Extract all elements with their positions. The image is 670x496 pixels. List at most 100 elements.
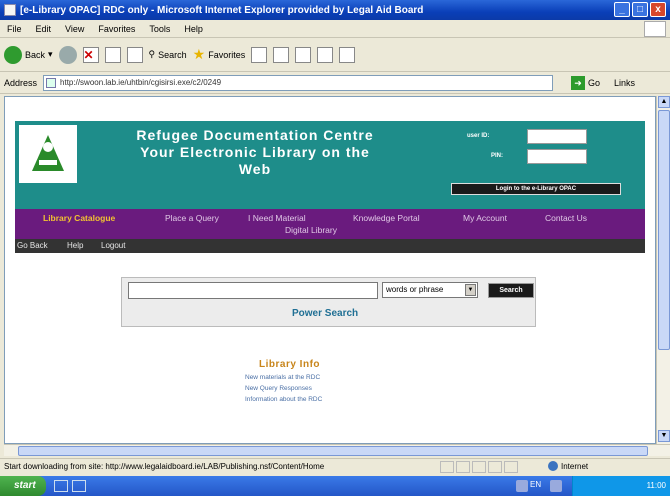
links-button[interactable]: Links <box>614 78 635 88</box>
power-search-link[interactable]: Power Search <box>292 308 358 319</box>
clock: 11:00 <box>646 481 666 490</box>
sub-nav: Go Back Help Logout <box>15 239 645 253</box>
globe-icon <box>548 461 558 471</box>
maximize-button[interactable]: □ <box>632 2 648 17</box>
windows-logo-icon <box>644 21 666 37</box>
system-tray: 11:00 <box>572 476 670 496</box>
dropdown-arrow-icon: ▼ <box>465 284 476 296</box>
minimize-button[interactable]: _ <box>614 2 630 17</box>
pin-input[interactable] <box>527 149 587 164</box>
forward-button[interactable] <box>58 45 77 64</box>
mail-button[interactable] <box>273 46 290 63</box>
nav-contact-us[interactable]: Contact Us <box>545 213 587 223</box>
status-text: Start downloading from site: http://www.… <box>4 462 325 471</box>
status-cell <box>488 461 502 473</box>
status-cell <box>504 461 518 473</box>
window-controls: _ □ x <box>614 2 666 17</box>
scroll-down-icon[interactable]: ▼ <box>658 430 670 442</box>
status-cells <box>440 461 518 473</box>
site-title-line2: Your Electronic Library on the <box>140 144 370 160</box>
site-title: Refugee Documentation Centre Your Electr… <box>85 127 425 178</box>
favorites-button[interactable]: ★ Favorites <box>193 46 246 63</box>
nav-place-query[interactable]: Place a Query <box>165 213 219 223</box>
new-materials-link[interactable]: New materials at the RDC <box>245 374 322 381</box>
menu-help[interactable]: Help <box>177 24 210 34</box>
search-panel: words or phrase ▼ Search Power Search <box>121 277 536 327</box>
browser-window: [e-Library OPAC] RDC only - Microsoft In… <box>0 0 670 496</box>
quick-launch-ie-icon[interactable] <box>72 480 86 492</box>
refresh-button[interactable] <box>104 46 121 63</box>
stop-button[interactable]: ✕ <box>82 46 99 63</box>
print-button[interactable] <box>295 46 312 63</box>
search-type-value: words or phrase <box>386 285 444 294</box>
toolbar: Back ▾ ✕ ⚲ Search ★ Favorites <box>0 38 670 72</box>
ie-icon <box>4 4 16 16</box>
horizontal-scroll-thumb[interactable] <box>18 446 648 456</box>
status-cell <box>456 461 470 473</box>
address-label: Address <box>4 77 38 88</box>
status-cell <box>440 461 454 473</box>
close-button[interactable]: x <box>650 2 666 17</box>
search-toolbar-button[interactable]: ⚲ Search <box>149 49 187 60</box>
menu-view[interactable]: View <box>58 24 91 34</box>
taskbar: start EN 11:00 <box>0 476 670 496</box>
zone-label: Internet <box>561 461 589 471</box>
menu-favorites[interactable]: Favorites <box>91 24 142 34</box>
rdc-logo <box>19 125 77 183</box>
start-button[interactable]: start <box>0 476 46 496</box>
info-about-rdc-link[interactable]: Information about the RDC <box>245 396 322 403</box>
go-button[interactable]: ➜ Go <box>571 75 601 90</box>
site-title-line1: Refugee Documentation Centre <box>136 127 374 143</box>
vertical-scrollbar[interactable]: ▲ ▼ <box>656 96 670 444</box>
vertical-scroll-thumb[interactable] <box>658 110 670 350</box>
status-cell <box>472 461 486 473</box>
nav-digital-library[interactable]: Digital Library <box>285 225 337 235</box>
back-label: Back <box>25 49 46 60</box>
go-arrow-icon: ➜ <box>571 75 586 90</box>
nav-library-catalogue[interactable]: Library Catalogue <box>43 213 115 223</box>
search-type-select[interactable]: words or phrase ▼ <box>382 282 478 298</box>
back-button[interactable]: Back ▾ <box>4 45 53 64</box>
window-title: [e-Library OPAC] RDC only - Microsoft In… <box>20 4 424 16</box>
language-label: EN <box>530 480 542 489</box>
discuss-button[interactable] <box>339 46 356 63</box>
scroll-up-icon[interactable]: ▲ <box>658 96 670 108</box>
search-toolbar-label: Search <box>158 49 187 60</box>
status-bar: Start downloading from site: http://www.… <box>0 458 670 474</box>
login-button[interactable]: Login to the e-Library OPAC <box>451 183 621 195</box>
title-bar[interactable]: [e-Library OPAC] RDC only - Microsoft In… <box>0 0 670 20</box>
tray-app-icon[interactable] <box>550 480 562 492</box>
go-label: Go <box>588 77 601 88</box>
nav-knowledge-portal[interactable]: Knowledge Portal <box>353 213 420 223</box>
search-button[interactable]: Search <box>488 283 534 298</box>
language-indicator[interactable] <box>516 480 528 492</box>
horizontal-scrollbar[interactable] <box>4 444 670 456</box>
menu-tools[interactable]: Tools <box>142 24 177 34</box>
edit-button[interactable] <box>317 46 334 63</box>
new-query-responses-link[interactable]: New Query Responses <box>245 385 322 392</box>
search-input[interactable] <box>128 282 378 299</box>
address-input[interactable]: http://swoon.lab.ie/uhtbin/cgisirsi.exe/… <box>43 74 554 91</box>
go-back-link[interactable]: Go Back <box>17 241 48 250</box>
menu-file[interactable]: File <box>0 24 29 34</box>
home-button[interactable] <box>126 46 143 63</box>
stop-icon: ✕ <box>83 47 94 62</box>
favorites-label: Favorites <box>208 49 246 60</box>
address-bar: Address http://swoon.lab.ie/uhtbin/cgisi… <box>0 72 670 94</box>
menu-edit[interactable]: Edit <box>29 24 59 34</box>
back-arrow-icon <box>4 45 22 64</box>
dropdown-arrow-icon: ▾ <box>48 49 53 59</box>
page-icon <box>46 77 57 88</box>
quick-launch-icon[interactable] <box>54 480 68 492</box>
pin-label: PIN: <box>491 153 503 159</box>
page-viewport: Refugee Documentation Centre Your Electr… <box>4 96 656 444</box>
logout-link[interactable]: Logout <box>101 241 125 250</box>
favorites-star-icon: ★ <box>192 46 206 62</box>
nav-my-account[interactable]: My Account <box>463 213 507 223</box>
user-id-input[interactable] <box>527 129 587 144</box>
library-info: Library Info New materials at the RDC Ne… <box>245 359 322 403</box>
rdc-logo-icon <box>32 135 64 171</box>
media-button[interactable] <box>251 46 268 63</box>
nav-need-material[interactable]: I Need Material <box>248 213 306 223</box>
help-link[interactable]: Help <box>67 241 83 250</box>
